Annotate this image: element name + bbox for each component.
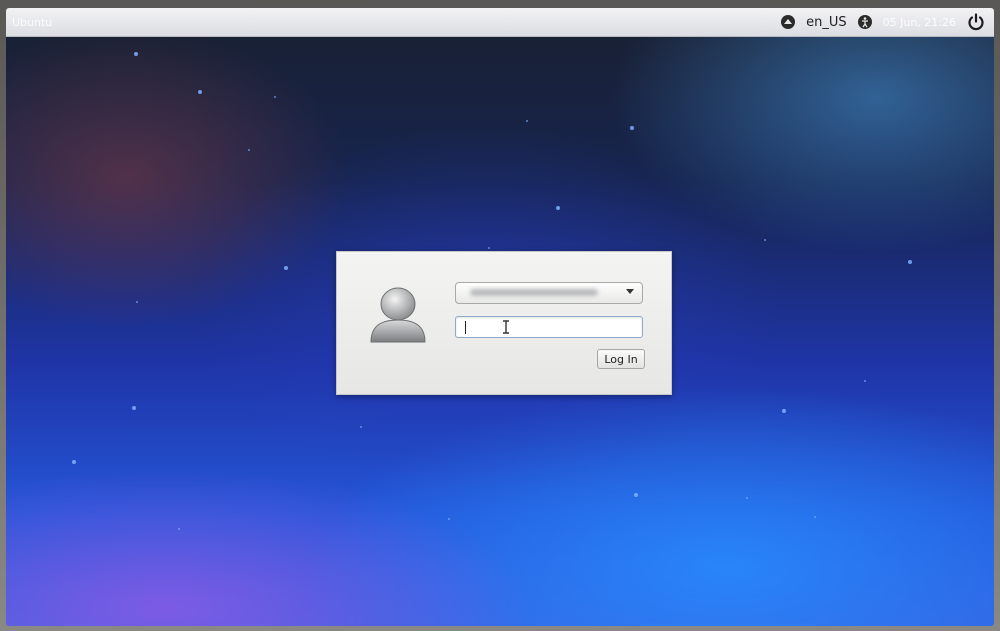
star [134,52,138,56]
hostname-label: Ubuntu [12,16,53,29]
star [72,460,76,464]
star [284,266,288,270]
star [360,426,362,428]
login-button[interactable]: Log In [597,349,645,369]
password-field[interactable] [455,316,643,338]
star [198,90,202,94]
star [274,96,276,98]
username-select[interactable] [455,282,643,304]
star [526,120,528,122]
star [864,380,866,382]
login-dialog: Log In [336,251,672,395]
star [178,528,180,530]
session-icon[interactable] [780,14,796,30]
star [132,406,136,410]
panel-indicators: en_US 05 Jun, 21:26 [780,8,986,36]
chevron-down-icon[interactable] [626,289,634,294]
star [764,239,766,241]
accessibility-icon[interactable] [857,14,873,30]
star [448,518,450,520]
star [746,497,748,499]
login-screen: Ubuntu en_US 05 Jun, 21:26 Log In [6,8,994,626]
star [908,260,912,264]
star [248,149,250,151]
mouse-ibeam-cursor-icon [502,319,510,334]
star [630,126,634,130]
language-indicator[interactable]: en_US [806,15,847,30]
star [782,409,786,413]
user-avatar-icon [365,284,431,346]
star [136,301,138,303]
star [488,247,490,249]
top-panel: Ubuntu en_US 05 Jun, 21:26 [6,8,994,37]
clock: 05 Jun, 21:26 [882,15,956,29]
star [634,493,638,497]
star [814,516,816,518]
power-icon[interactable] [966,12,986,32]
star [556,206,560,210]
username-value [466,286,606,300]
text-caret [465,321,466,334]
